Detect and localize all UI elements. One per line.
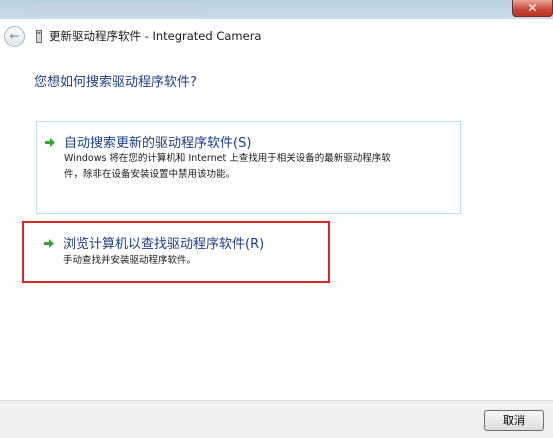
navigation-bar: ← 更新驱动程序软件 - Integrated Camera: [0, 19, 553, 56]
cancel-button[interactable]: 取消: [484, 410, 544, 431]
page-heading: 您想如何搜索驱动程序软件?: [34, 75, 197, 90]
option-auto-search-description-line2: 件，除非在设备安装设置中禁用该功能。: [64, 169, 236, 180]
window-title: 更新驱动程序软件 - Integrated Camera: [49, 29, 262, 43]
footer-bar: [0, 400, 553, 438]
close-button[interactable]: ✕: [512, 0, 553, 17]
blurred-title-area: [35, 4, 200, 12]
option-auto-search[interactable]: 自动搜索更新的驱动程序软件(S) Windows 将在您的计算机和 Intern…: [36, 121, 461, 214]
green-arrow-icon: [45, 138, 55, 147]
back-arrow-icon: ←: [9, 29, 20, 43]
option-auto-search-title: 自动搜索更新的驱动程序软件(S): [64, 136, 252, 151]
window-titlebar: ✕: [0, 0, 553, 19]
option-auto-search-description-line1: Windows 将在您的计算机和 Internet 上查找用于相关设备的最新驱动…: [64, 153, 391, 164]
red-highlight-box: [22, 221, 330, 283]
device-driver-icon: [36, 30, 42, 43]
back-button[interactable]: ←: [4, 26, 25, 47]
